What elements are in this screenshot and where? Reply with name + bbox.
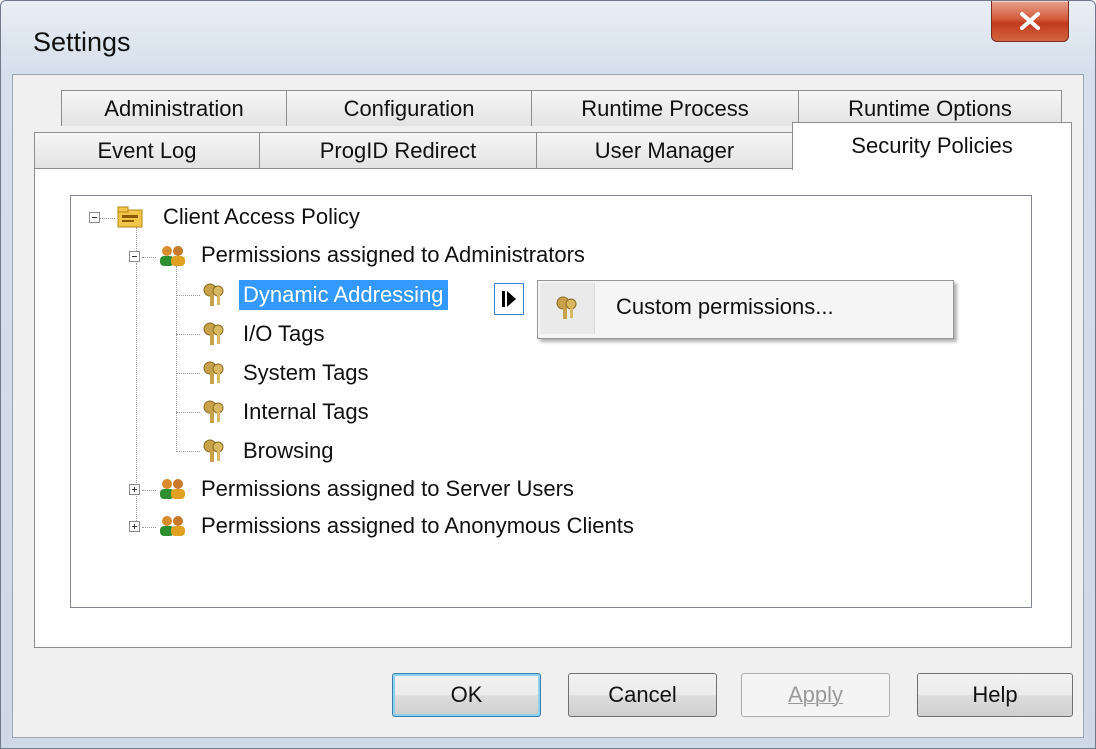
tree-item-system-tags[interactable]: System Tags bbox=[243, 360, 369, 386]
apply-button[interactable]: Apply bbox=[741, 673, 890, 717]
tab-configuration[interactable]: Configuration bbox=[286, 90, 532, 126]
keys-icon bbox=[203, 283, 224, 306]
window-title: Settings bbox=[33, 27, 131, 57]
tab-event-log[interactable]: Event Log bbox=[34, 132, 260, 168]
users-icon bbox=[160, 479, 185, 499]
close-icon bbox=[1020, 12, 1040, 30]
context-menu: Custom permissions... bbox=[537, 280, 954, 339]
tree-item-io-tags[interactable]: I/O Tags bbox=[243, 321, 325, 347]
tree-item-dynamic-addressing[interactable]: Dynamic Addressing bbox=[239, 280, 448, 310]
context-menu-icon-strip bbox=[540, 283, 595, 334]
users-icon bbox=[160, 246, 185, 266]
keys-icon bbox=[203, 439, 224, 462]
tree-group-administrators[interactable]: Permissions assigned to Administrators bbox=[201, 242, 585, 268]
tree-root-label[interactable]: Client Access Policy bbox=[163, 204, 360, 230]
keys-icon bbox=[203, 400, 224, 423]
collapse-admin-toggle[interactable] bbox=[129, 251, 140, 262]
keys-icon bbox=[556, 296, 577, 319]
close-button[interactable] bbox=[991, 1, 1069, 42]
keys-icon bbox=[203, 322, 224, 345]
policy-tree[interactable]: Client Access Policy Permissions assigne… bbox=[70, 195, 1032, 608]
tree-group-server-users[interactable]: Permissions assigned to Server Users bbox=[201, 476, 574, 502]
apply-button-label: Apply bbox=[787, 682, 844, 707]
collapse-root-toggle[interactable] bbox=[89, 212, 100, 223]
edit-arrow-icon bbox=[502, 291, 516, 307]
tab-administration[interactable]: Administration bbox=[61, 90, 287, 126]
tab-user-manager[interactable]: User Manager bbox=[536, 132, 793, 168]
tree-item-internal-tags[interactable]: Internal Tags bbox=[243, 399, 369, 425]
keys-icon bbox=[203, 361, 224, 384]
edit-permissions-button[interactable] bbox=[494, 283, 524, 315]
ok-button[interactable]: OK bbox=[392, 673, 541, 717]
users-icon bbox=[160, 516, 185, 536]
tree-group-anonymous-clients[interactable]: Permissions assigned to Anonymous Client… bbox=[201, 513, 634, 539]
menu-item-custom-permissions[interactable]: Custom permissions... bbox=[616, 294, 834, 320]
expand-anon-toggle[interactable] bbox=[129, 521, 140, 532]
cancel-button[interactable]: Cancel bbox=[568, 673, 717, 717]
folder-policy-icon bbox=[117, 206, 143, 228]
tab-security-policies[interactable]: Security Policies bbox=[792, 122, 1072, 170]
tree-item-browsing[interactable]: Browsing bbox=[243, 438, 333, 464]
expand-server-toggle[interactable] bbox=[129, 484, 140, 495]
tab-runtime-options[interactable]: Runtime Options bbox=[798, 90, 1062, 126]
tab-runtime-process[interactable]: Runtime Process bbox=[531, 90, 799, 126]
tab-progid-redirect[interactable]: ProgID Redirect bbox=[259, 132, 537, 168]
help-button[interactable]: Help bbox=[917, 673, 1073, 717]
